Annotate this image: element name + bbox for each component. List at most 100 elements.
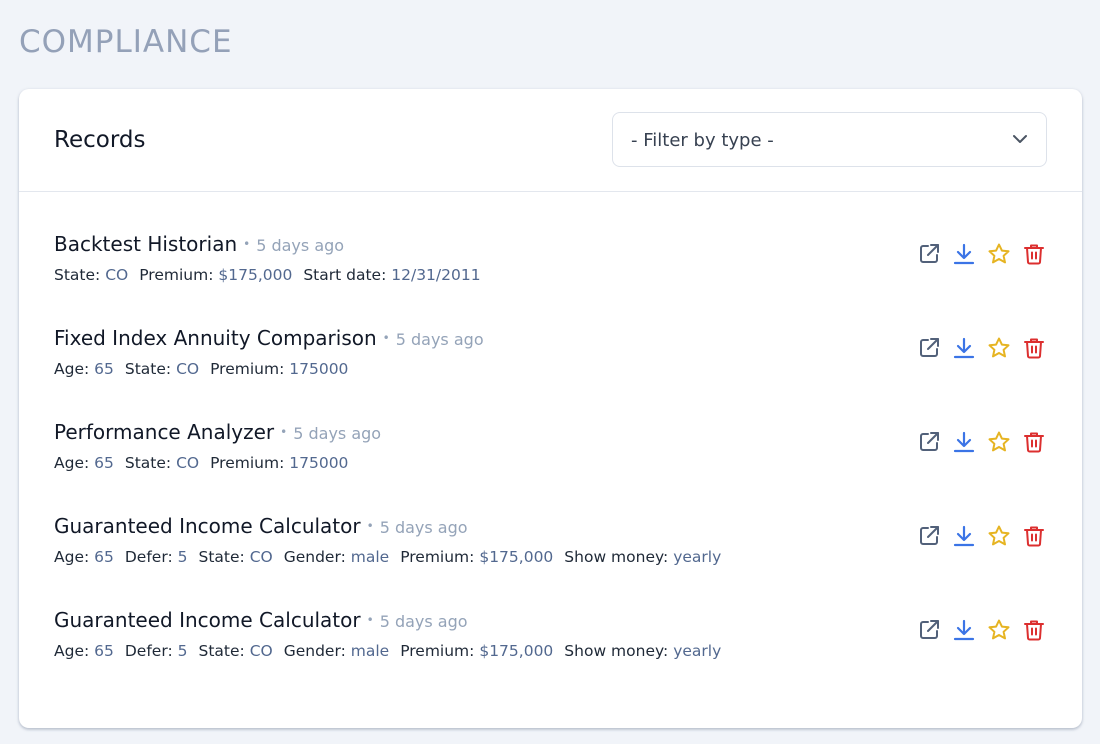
meta-label: State: (124, 454, 172, 472)
record-title-line: Guaranteed Income Calculator • 5 days ago (54, 608, 468, 632)
record-time: 5 days ago (395, 330, 484, 349)
record-item: Fixed Index Annuity Comparison • 5 days ag… (19, 326, 1082, 420)
meta-pair: Show money: yearly (564, 642, 721, 660)
open-button[interactable] (917, 524, 941, 548)
delete-button[interactable] (1022, 430, 1046, 454)
card-title: Records (54, 127, 146, 153)
meta-value: 65 (94, 642, 114, 660)
trash-icon (1024, 526, 1044, 547)
meta-pair: Start date: 12/31/2011 (303, 266, 480, 284)
meta-label: Premium: (210, 454, 285, 472)
record-meta: Age: 65 Defer: 5 State: CO Gender: male Prem… (54, 642, 732, 660)
record-actions (917, 336, 1046, 360)
record-actions (917, 242, 1046, 266)
meta-pair: Show money: yearly (564, 548, 721, 566)
record-time: 5 days ago (379, 518, 468, 537)
open-button[interactable] (917, 618, 941, 642)
separator-dot: • (366, 519, 374, 533)
record-title-line: Guaranteed Income Calculator • 5 days ago (54, 514, 468, 538)
favorite-button[interactable] (987, 242, 1011, 266)
download-button[interactable] (952, 618, 976, 642)
meta-value: CO (249, 548, 273, 566)
record-title[interactable]: Performance Analyzer (54, 420, 274, 444)
delete-button[interactable] (1022, 618, 1046, 642)
trash-icon (1024, 244, 1044, 265)
delete-button[interactable] (1022, 336, 1046, 360)
record-meta: State: CO Premium: $175,000 Start date: 12… (54, 266, 492, 284)
star-icon (988, 337, 1010, 358)
external-link-icon (920, 432, 939, 451)
meta-pair: Premium: 175000 (210, 360, 348, 378)
favorite-button[interactable] (987, 524, 1011, 548)
meta-pair: Defer: 5 (125, 642, 188, 660)
favorite-button[interactable] (987, 618, 1011, 642)
meta-value: $175,000 (479, 642, 554, 660)
meta-value: yearly (673, 548, 722, 566)
star-icon (988, 431, 1010, 452)
external-link-icon (920, 244, 939, 263)
filter-selected-value: - Filter by type - (631, 130, 774, 151)
meta-label: Defer: (124, 642, 173, 660)
favorite-button[interactable] (987, 430, 1011, 454)
meta-value: 65 (94, 360, 114, 378)
record-meta: Age: 65 State: CO Premium: 175000 (54, 360, 359, 378)
page-title: COMPLIANCE (19, 24, 233, 60)
record-time: 5 days ago (379, 612, 468, 631)
favorite-button[interactable] (987, 336, 1011, 360)
external-link-icon (920, 338, 939, 357)
record-meta: Age: 65 Defer: 5 State: CO Gender: male Prem… (54, 548, 732, 566)
meta-label: Age: (54, 548, 90, 566)
records-card: Records - Filter by type - Backtest Hist… (19, 89, 1082, 728)
meta-value: yearly (673, 642, 722, 660)
open-button[interactable] (917, 242, 941, 266)
meta-value: CO (105, 266, 129, 284)
meta-label: Age: (54, 360, 90, 378)
trash-icon (1024, 432, 1044, 453)
meta-value: 65 (94, 454, 114, 472)
meta-label: Age: (54, 454, 90, 472)
meta-label: Defer: (124, 548, 173, 566)
meta-value: $175,000 (479, 548, 554, 566)
meta-value: male (350, 548, 390, 566)
meta-pair: Age: 65 (54, 642, 114, 660)
delete-button[interactable] (1022, 242, 1046, 266)
meta-pair: State: CO (125, 360, 199, 378)
star-icon (988, 243, 1010, 264)
meta-pair: State: CO (54, 266, 128, 284)
record-title[interactable]: Guaranteed Income Calculator (54, 514, 361, 538)
meta-label: Start date: (303, 266, 387, 284)
meta-pair: Gender: male (284, 642, 389, 660)
external-link-icon (920, 526, 939, 545)
meta-pair: State: CO (198, 642, 272, 660)
record-title-line: Fixed Index Annuity Comparison • 5 days ag… (54, 326, 484, 350)
record-item: Backtest Historian • 5 days ago State: CO P… (19, 232, 1082, 326)
star-icon (988, 525, 1010, 546)
download-button[interactable] (952, 524, 976, 548)
filter-by-type-select[interactable]: - Filter by type - (612, 112, 1047, 167)
meta-pair: Age: 65 (54, 360, 114, 378)
meta-value: CO (176, 360, 200, 378)
download-button[interactable] (952, 430, 976, 454)
record-title[interactable]: Fixed Index Annuity Comparison (54, 326, 377, 350)
download-icon (953, 243, 975, 265)
download-icon (953, 431, 975, 453)
open-button[interactable] (917, 430, 941, 454)
chevron-down-icon (1013, 135, 1027, 143)
download-button[interactable] (952, 336, 976, 360)
record-title[interactable]: Backtest Historian (54, 232, 237, 256)
meta-label: State: (198, 548, 245, 566)
meta-label: Premium: (210, 360, 285, 378)
delete-button[interactable] (1022, 524, 1046, 548)
separator-dot: • (280, 425, 288, 439)
record-title[interactable]: Guaranteed Income Calculator (54, 608, 361, 632)
meta-value: male (350, 642, 390, 660)
record-item: Performance Analyzer • 5 days ago Age: 65 S… (19, 420, 1082, 514)
meta-value: 5 (177, 642, 188, 660)
meta-label: Premium: (400, 642, 475, 660)
download-button[interactable] (952, 242, 976, 266)
meta-label: State: (124, 360, 172, 378)
open-button[interactable] (917, 336, 941, 360)
trash-icon (1024, 338, 1044, 359)
record-time: 5 days ago (256, 236, 345, 255)
separator-dot: • (366, 613, 374, 627)
